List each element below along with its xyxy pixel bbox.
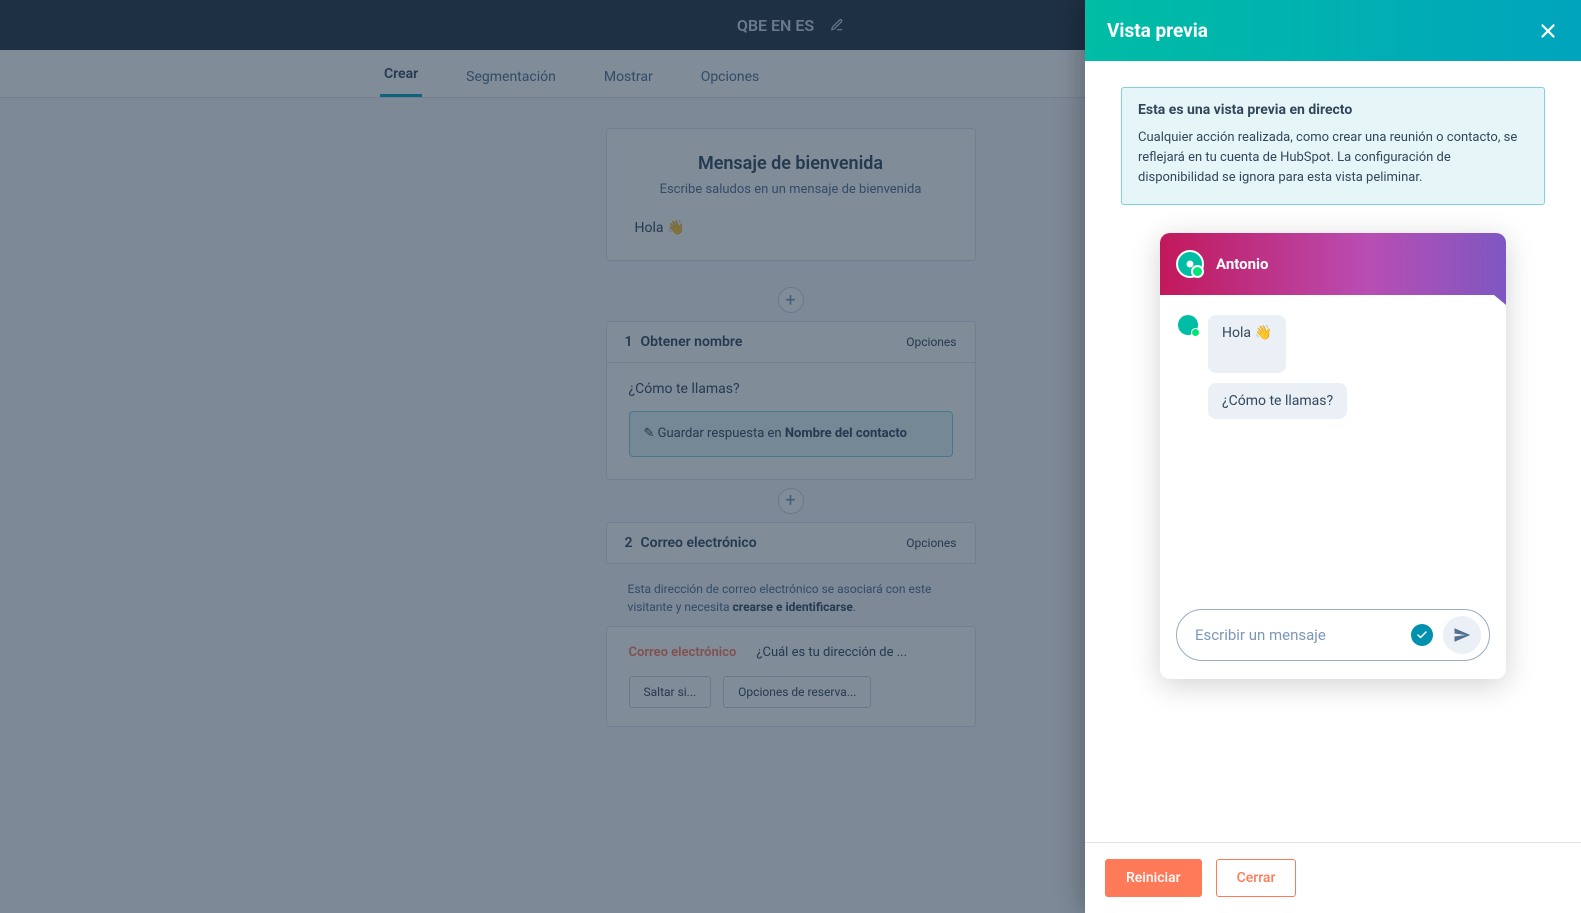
chat-text-input[interactable]	[1195, 626, 1401, 644]
agent-avatar-small	[1178, 315, 1198, 335]
chat-input-container	[1176, 609, 1490, 661]
preview-panel: Vista previa Esta es una vista previa en…	[1085, 0, 1581, 913]
preview-title: Vista previa	[1107, 19, 1208, 42]
verified-badge-icon	[1411, 624, 1433, 646]
chat-header: Antonio	[1160, 233, 1506, 295]
chat-bubble-greeting: Hola 👋	[1208, 315, 1286, 373]
preview-header: Vista previa	[1085, 0, 1581, 61]
live-preview-banner: Esta es una vista previa en directo Cual…	[1121, 87, 1545, 205]
banner-body: Cualquier acción realizada, como crear u…	[1138, 128, 1528, 188]
chat-body: Hola 👋 ¿Cómo te llamas?	[1160, 295, 1506, 595]
agent-avatar	[1176, 250, 1204, 278]
agent-name: Antonio	[1216, 255, 1268, 273]
chat-widget: Antonio Hola 👋 ¿Cómo te llamas?	[1160, 233, 1506, 679]
banner-title: Esta es una vista previa en directo	[1138, 102, 1528, 118]
send-icon	[1453, 626, 1471, 644]
close-button[interactable]: Cerrar	[1216, 859, 1297, 897]
restart-button[interactable]: Reiniciar	[1105, 859, 1202, 897]
send-button[interactable]	[1443, 616, 1481, 654]
chat-bubble-question: ¿Cómo te llamas?	[1208, 383, 1347, 419]
close-icon[interactable]	[1537, 20, 1559, 42]
preview-footer: Reiniciar Cerrar	[1085, 842, 1581, 913]
